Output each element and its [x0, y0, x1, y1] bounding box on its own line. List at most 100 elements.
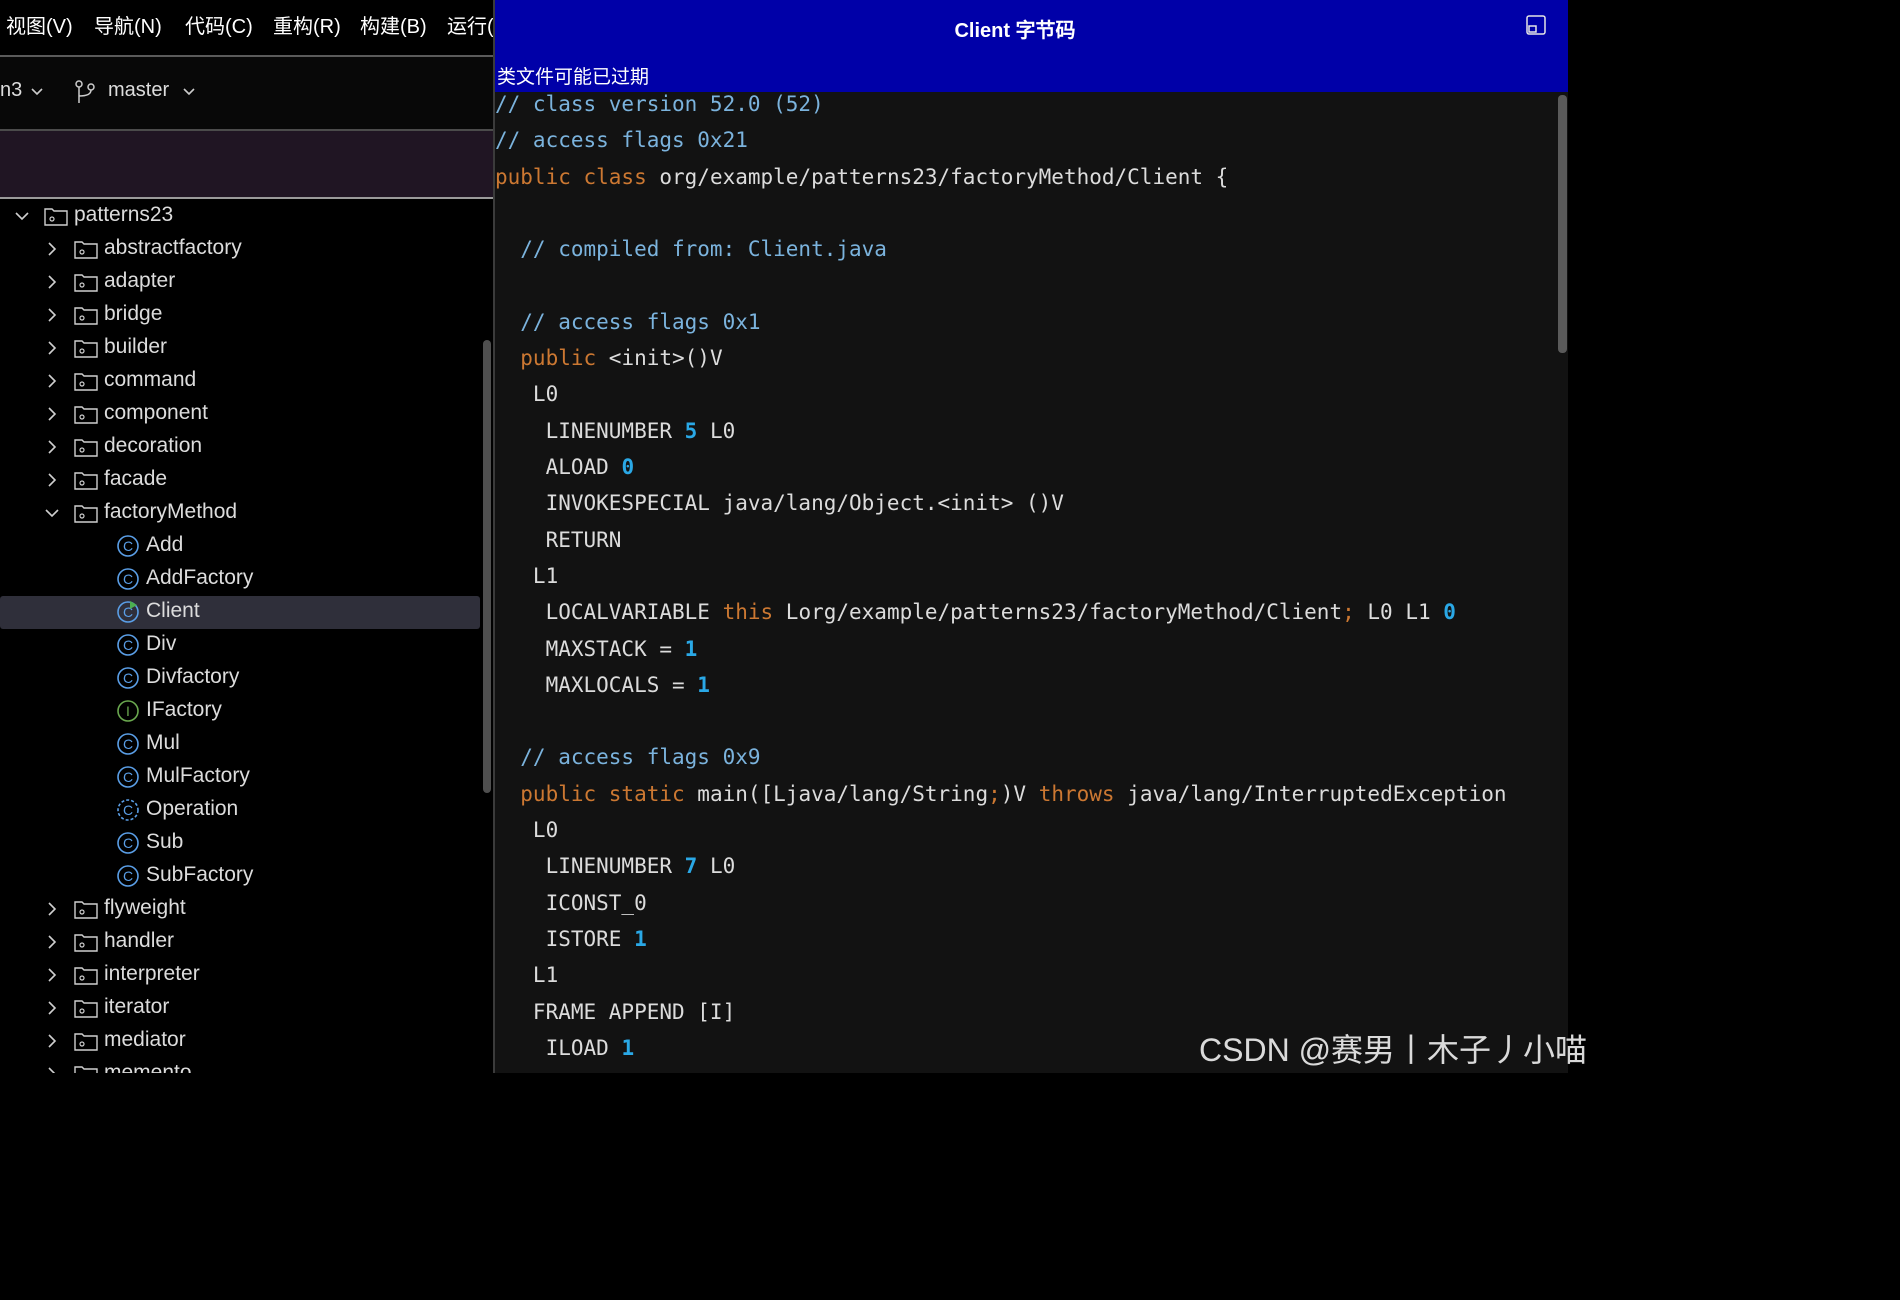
chevron-down-icon	[45, 509, 59, 518]
tree-item[interactable]: C Div	[0, 629, 480, 662]
tree-item[interactable]: patterns23	[0, 200, 480, 233]
code-line: L0	[495, 818, 558, 854]
tree-item[interactable]: I IFactory	[0, 695, 480, 728]
chevron-right-icon	[48, 308, 57, 322]
menu-item[interactable]: 重构(R)	[273, 10, 341, 39]
tree-item-label: iterator	[104, 995, 170, 1018]
svg-text:I: I	[126, 703, 130, 719]
tree-item[interactable]: C AddFactory	[0, 563, 480, 596]
chevron-right-icon	[48, 275, 57, 289]
tree-item[interactable]: component	[0, 398, 480, 431]
code-token: // access flags 0x21	[495, 128, 748, 153]
chevron-right-icon	[48, 1034, 57, 1048]
tree-item[interactable]: bridge	[0, 299, 480, 332]
code-token: throws	[1038, 781, 1128, 806]
tree-item[interactable]: C Sub	[0, 827, 480, 860]
tree-item[interactable]: command	[0, 365, 480, 398]
tree-item[interactable]: mediator	[0, 1025, 480, 1058]
code-token: L1	[495, 963, 559, 988]
code-line: MAXLOCALS = 1	[495, 673, 710, 709]
class-icon: C	[117, 601, 139, 623]
class-icon: C	[117, 667, 139, 689]
tree-item-label: Mul	[146, 731, 180, 754]
tree-item[interactable]: flyweight	[0, 893, 480, 926]
tree-item-label: Sub	[146, 830, 184, 853]
chevron-down-icon	[15, 212, 29, 221]
menu-item[interactable]: 视图(V)	[6, 10, 73, 39]
code-line: RETURN	[495, 528, 622, 564]
chevron-right-icon	[48, 1001, 57, 1015]
code-line: // access flags 0x9	[495, 745, 760, 781]
code-line: L1	[495, 963, 558, 999]
tree-item[interactable]: interpreter	[0, 959, 480, 992]
code-token: public class	[495, 164, 660, 189]
tree-item[interactable]: C Client	[0, 596, 480, 629]
chevron-down-icon	[183, 88, 195, 96]
tree-item[interactable]: abstractfactory	[0, 233, 480, 266]
tree-item-label: Client	[146, 599, 200, 622]
bytecode-editor[interactable]: // class version 52.0 (52) // access flag…	[495, 92, 1555, 1073]
tree-item-label: AddFactory	[146, 566, 254, 589]
tree-item[interactable]: facade	[0, 464, 480, 497]
tree-item[interactable]: C Mul	[0, 728, 480, 761]
menu-item[interactable]: 运行(	[447, 10, 493, 39]
tree-item-label: SubFactory	[146, 863, 254, 886]
tree-item[interactable]: C SubFactory	[0, 860, 480, 893]
code-token: this	[722, 600, 774, 625]
code-line: LOCALVARIABLE this Lorg/example/patterns…	[495, 600, 1456, 636]
menu-item[interactable]: 构建(B)	[360, 10, 427, 39]
package-folder-icon	[74, 967, 98, 985]
tree-item-label: bridge	[104, 302, 163, 325]
code-token: public static	[495, 781, 698, 806]
package-folder-icon	[74, 1033, 98, 1051]
svg-text:C: C	[123, 769, 133, 785]
restore-window-icon[interactable]	[1525, 14, 1547, 36]
tree-item-label: MulFactory	[146, 764, 250, 787]
tree-item[interactable]: builder	[0, 332, 480, 365]
tree-item-label: Operation	[146, 797, 239, 820]
tab-strip	[0, 131, 493, 197]
editor-scrollbar[interactable]	[1558, 95, 1567, 353]
tree-item[interactable]: adapter	[0, 266, 480, 299]
code-token: L1	[495, 563, 559, 588]
svg-text:C: C	[123, 538, 133, 554]
tree-item[interactable]: handler	[0, 926, 480, 959]
tree-item-label: mediator	[104, 1028, 186, 1051]
tree-item[interactable]: C Add	[0, 530, 480, 563]
code-token: MAXSTACK =	[495, 636, 685, 661]
chevron-down-icon	[31, 88, 43, 96]
watermark: CSDN @赛男丨木子丿小喵	[1199, 1032, 1588, 1068]
code-token: L0	[697, 418, 736, 443]
code-line: MAXSTACK = 1	[495, 636, 698, 673]
chevron-right-icon	[48, 935, 57, 949]
tree-item[interactable]: C Operation	[0, 794, 480, 827]
tree-item[interactable]: factoryMethod	[0, 497, 480, 530]
code-line: FRAME APPEND [I]	[495, 1000, 735, 1036]
branch-label: master	[108, 79, 170, 101]
tree-item-label: decoration	[104, 434, 203, 457]
tree-item[interactable]: C Divfactory	[0, 662, 480, 695]
outdated-notice: 类文件可能已过期	[497, 67, 650, 88]
package-folder-icon	[74, 439, 98, 457]
package-folder-icon	[74, 1066, 98, 1073]
tree-item-label: facade	[104, 467, 168, 490]
tree-item[interactable]: C MulFactory	[0, 761, 480, 794]
menu-item[interactable]: 导航(N)	[94, 10, 162, 39]
chevron-right-icon	[48, 1067, 56, 1073]
tree-item-label: factoryMethod	[104, 500, 238, 523]
svg-text:C: C	[123, 868, 133, 884]
tree-item[interactable]: memento	[0, 1058, 480, 1073]
tree-scrollbar[interactable]	[483, 340, 491, 793]
menu-item[interactable]: 代码(C)	[185, 10, 253, 39]
chevron-right-icon	[48, 968, 57, 982]
class-icon: C	[117, 766, 139, 788]
tree-item-label: memento	[104, 1061, 192, 1073]
tree-item[interactable]: iterator	[0, 992, 480, 1025]
code-token: // compiled from: Client.java	[495, 237, 887, 262]
code-token: ISTORE	[495, 926, 635, 951]
project-selector[interactable]: n3	[0, 79, 22, 102]
branch-selector[interactable]: master	[72, 75, 212, 109]
package-folder-icon	[74, 307, 98, 325]
tree-item[interactable]: decoration	[0, 431, 480, 464]
class-icon: C	[117, 832, 139, 854]
